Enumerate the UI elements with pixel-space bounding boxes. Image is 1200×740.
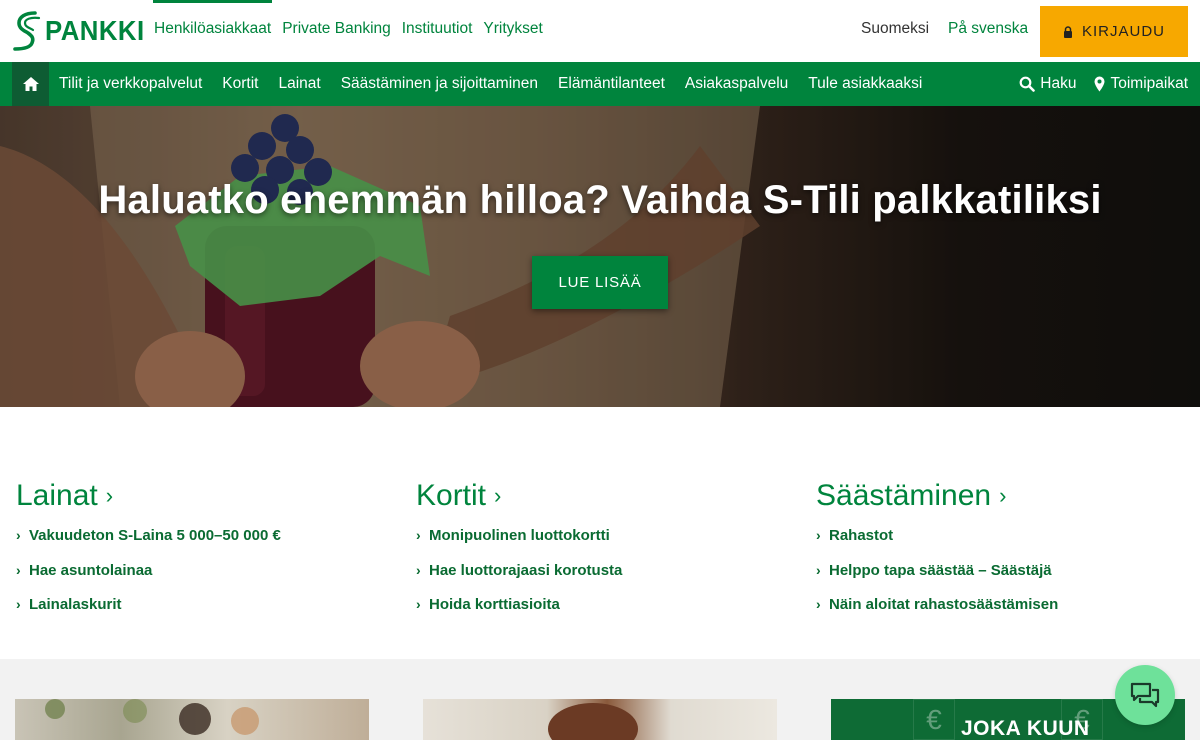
nav-tools: Haku Toimipaikat: [1019, 62, 1188, 106]
link-label: Hae luottorajaasi korotusta: [429, 561, 623, 579]
link-rahastot[interactable]: › Rahastot: [816, 527, 1186, 562]
hero-title: Haluatko enemmän hilloa? Vaihda S-Tili p…: [98, 178, 1102, 222]
saastaminen-heading[interactable]: Säästäminen ›: [816, 479, 1186, 513]
top-bar: PANKKI Henkilöasiakkaat Private Banking …: [0, 0, 1200, 62]
promo-card-1-image[interactable]: [15, 699, 369, 740]
link-saastaja[interactable]: › Helppo tapa säästää – Säästäjä: [816, 562, 1186, 597]
nav-item-kortit[interactable]: Kortit: [212, 62, 268, 106]
map-pin-icon: [1094, 76, 1105, 92]
link-label: Hae asuntolainaa: [29, 561, 153, 579]
login-label: KIRJAUDU: [1081, 23, 1165, 40]
segment-instituutiot[interactable]: Instituutiot: [398, 0, 477, 62]
nav-item-tule-asiakkaaksi[interactable]: Tule asiakkaaksi: [798, 62, 932, 106]
link-hae-asuntolainaa[interactable]: › Hae asuntolainaa: [16, 562, 386, 597]
chevron-right-icon: ›: [816, 527, 821, 543]
saastaminen-heading-text: Säästäminen: [816, 479, 992, 512]
chevron-right-icon: ›: [16, 527, 21, 543]
link-label: Lainalaskurit: [29, 596, 122, 613]
nav-item-elamantilanteet[interactable]: Elämäntilanteet: [548, 62, 675, 106]
chevron-right-icon: ›: [999, 483, 1007, 508]
segment-private-banking[interactable]: Private Banking: [278, 0, 395, 62]
lainat-column: Lainat › › Vakuudeton S-Laina 5 000–50 000…: [16, 479, 386, 631]
login-button[interactable]: KIRJAUDU: [1040, 6, 1188, 57]
saastaminen-column: Säästäminen › › Rahastot › Helppo tapa sääs…: [816, 479, 1186, 631]
link-hoida-korttiasioita[interactable]: › Hoida korttiasioita: [416, 596, 786, 631]
nav-item-asiakaspalvelu[interactable]: Asiakaspalvelu: [675, 62, 798, 106]
link-label: Näin aloitat rahastosäästämisen: [829, 596, 1059, 613]
chevron-right-icon: ›: [494, 483, 502, 508]
chevron-right-icon: ›: [16, 561, 21, 578]
chevron-right-icon: ›: [416, 596, 421, 612]
link-label: Monipuolinen luottokortti: [429, 527, 610, 544]
segment-yritykset[interactable]: Yritykset: [479, 0, 546, 62]
chevron-right-icon: ›: [816, 561, 821, 578]
s-logo-icon: [13, 11, 41, 51]
nav-item-lainat[interactable]: Lainat: [268, 62, 330, 106]
chat-button[interactable]: [1115, 665, 1175, 725]
lainat-heading[interactable]: Lainat ›: [16, 479, 386, 513]
home-button[interactable]: [12, 62, 49, 106]
link-rahastosaastaminen[interactable]: › Näin aloitat rahastosäästämisen: [816, 596, 1186, 631]
promo-card-3-caption: JOKA KUUN: [961, 717, 1090, 740]
link-label: Vakuudeton S-Laina 5 000–50 000 €: [29, 527, 281, 544]
link-label: Hoida korttiasioita: [429, 596, 560, 613]
nav-item-saastaminen[interactable]: Säästäminen ja sijoittaminen: [331, 62, 548, 106]
link-label: Helppo tapa säästää – Säästäjä: [829, 561, 1052, 579]
locations-label: Toimipaikat: [1110, 75, 1188, 92]
search-icon: [1019, 76, 1036, 92]
customer-segment-nav: Henkilöasiakkaat Private Banking Institu…: [150, 0, 550, 62]
home-icon: [22, 77, 39, 91]
link-monipuolinen-luottokortti[interactable]: › Monipuolinen luottokortti: [416, 527, 786, 562]
euro-icon: €: [913, 699, 955, 740]
nav-item-tilit[interactable]: Tilit ja verkkopalvelut: [49, 62, 212, 106]
main-navigation: Tilit ja verkkopalvelut Kortit Lainat Sä…: [0, 62, 1200, 106]
promo-card-2-image[interactable]: [423, 699, 777, 740]
kortit-heading[interactable]: Kortit ›: [416, 479, 786, 513]
promo-cards-section: € € JOKA KUUN: [0, 659, 1200, 740]
hero-banner: Haluatko enemmän hilloa? Vaihda S-Tili p…: [0, 106, 1200, 407]
link-lainalaskurit[interactable]: › Lainalaskurit: [16, 596, 386, 631]
kortit-heading-text: Kortit: [416, 479, 487, 512]
link-hae-luottorajan-korotusta[interactable]: › Hae luottorajaasi korotusta: [416, 562, 786, 597]
search-label: Haku: [1040, 75, 1077, 92]
logo-text: PANKKI: [45, 15, 145, 46]
chevron-right-icon: ›: [16, 596, 21, 612]
link-label: Rahastot: [829, 527, 894, 544]
locations-link[interactable]: Toimipaikat: [1094, 62, 1188, 106]
chat-icon: [1130, 682, 1160, 708]
lainat-heading-text: Lainat: [16, 479, 98, 512]
quick-links-section: Lainat › › Vakuudeton S-Laina 5 000–50 000…: [0, 407, 1200, 659]
nav-items: Tilit ja verkkopalvelut Kortit Lainat Sä…: [49, 62, 932, 106]
person-photo: [548, 703, 638, 740]
chevron-right-icon: ›: [416, 527, 421, 543]
link-vakuudeton-s-laina[interactable]: › Vakuudeton S-Laina 5 000–50 000 €: [16, 527, 386, 562]
kortit-column: Kortit › › Monipuolinen luottokortti › Hae …: [416, 479, 786, 631]
plants-photo: [45, 699, 259, 735]
chevron-right-icon: ›: [816, 596, 821, 612]
chevron-right-icon: ›: [416, 561, 421, 578]
segment-henkiloasiakkaat[interactable]: Henkilöasiakkaat: [150, 0, 275, 62]
search-link[interactable]: Haku: [1019, 62, 1076, 106]
language-swedish-link[interactable]: På svenska: [948, 0, 1028, 58]
s-pankki-logo[interactable]: PANKKI: [11, 10, 153, 52]
hero-read-more-button[interactable]: LUE LISÄÄ: [532, 256, 668, 309]
chevron-right-icon: ›: [105, 483, 114, 508]
language-finnish-link[interactable]: Suomeksi: [861, 0, 929, 58]
lock-icon: [1063, 25, 1072, 38]
